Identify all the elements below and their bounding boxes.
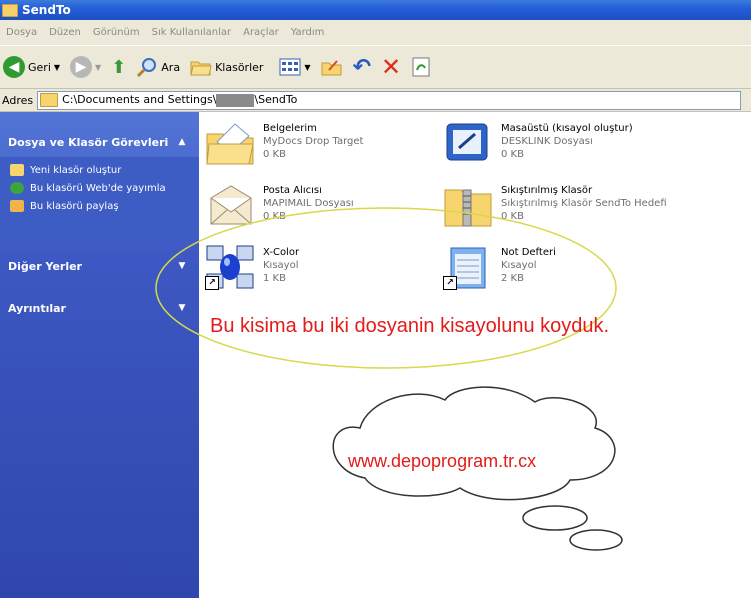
thought-bubble bbox=[522, 505, 588, 531]
annotation-layer bbox=[155, 207, 623, 551]
thought-cloud bbox=[332, 386, 616, 501]
highlight-ellipse bbox=[155, 207, 617, 369]
website-url: www.depoprogram.tr.cx bbox=[348, 451, 537, 471]
annotation-text: Bu kisima bu iki dosyanin kisayolunu koy… bbox=[210, 315, 610, 337]
thought-bubble bbox=[569, 529, 623, 551]
